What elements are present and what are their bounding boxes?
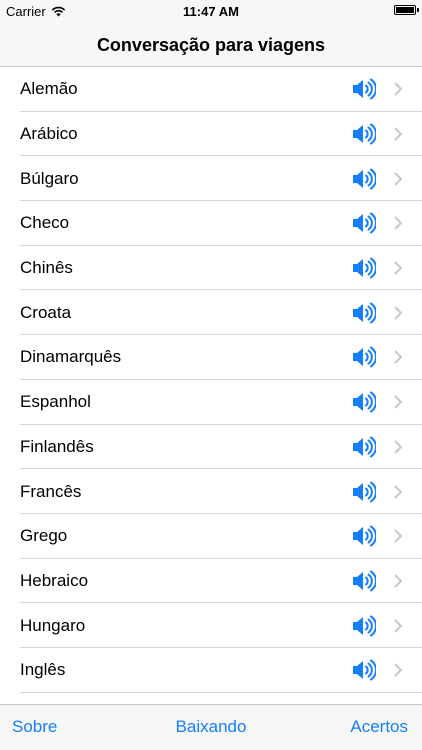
speaker-icon[interactable] (352, 525, 376, 547)
list-item-label: Búlgaro (20, 168, 79, 188)
list-item-label: Croata (20, 302, 72, 322)
chevron-right-icon (394, 261, 402, 275)
list-item[interactable]: Arábico (0, 112, 422, 157)
speaker-icon[interactable] (352, 436, 376, 458)
speaker-icon[interactable] (352, 78, 376, 100)
chevron-right-icon (394, 529, 402, 543)
list-item[interactable]: Chinês (0, 246, 422, 291)
list-item[interactable]: Espanhol (0, 380, 422, 425)
list-item-label: Espanhol (20, 392, 91, 412)
nav-bar: Conversação para viagens (0, 24, 422, 67)
battery-icon (394, 5, 419, 15)
list-item-label: Finlandês (20, 436, 94, 456)
chevron-right-icon (394, 350, 402, 365)
list-item-label: Checo (20, 213, 70, 233)
list-item-label: Arábico (20, 124, 78, 144)
status-bar: Carrier 11:47 AM (0, 0, 422, 24)
list-item[interactable]: Alemão (0, 67, 422, 112)
speaker-icon[interactable] (352, 123, 376, 145)
list-item[interactable]: Inglês (0, 648, 422, 693)
list-item[interactable]: Hebraico (0, 559, 422, 604)
battery-fill (396, 7, 414, 13)
list-item-label: Francês (20, 481, 82, 501)
speaker-icon[interactable] (352, 570, 376, 592)
chevron-right-icon (394, 574, 402, 588)
list-item-label: Grego (20, 526, 68, 546)
speaker-icon[interactable] (352, 168, 376, 190)
speaker-icon[interactable] (352, 391, 376, 413)
chevron-right-icon (394, 440, 402, 454)
chevron-right-icon (394, 618, 402, 633)
chevron-right-icon (394, 127, 402, 141)
list-item-label: Hebraico (20, 570, 89, 590)
chevron-right-icon (394, 82, 402, 97)
chevron-right-icon (394, 216, 402, 231)
page-title: Conversação para viagens (96, 34, 326, 55)
list-item[interactable]: Hungaro (0, 603, 422, 648)
chevron-right-icon (394, 484, 402, 499)
list-item-label: Chinês (20, 258, 73, 278)
speaker-icon[interactable] (352, 481, 376, 503)
status-time: 11:47 AM (183, 4, 239, 19)
list-item-label: Dinamarquês (20, 347, 122, 367)
list-item[interactable]: Croata (0, 290, 422, 335)
chevron-right-icon (394, 395, 402, 409)
acertos-button[interactable]: Acertos (350, 717, 408, 737)
speaker-icon[interactable] (352, 659, 376, 681)
status-right (394, 5, 419, 15)
list-item-label: Hungaro (20, 615, 86, 635)
speaker-icon[interactable] (352, 346, 376, 368)
speaker-icon[interactable] (352, 615, 376, 637)
list-item[interactable]: Checo (0, 201, 422, 246)
list-item[interactable]: Francês (0, 469, 422, 514)
speaker-icon[interactable] (352, 302, 376, 324)
speaker-icon[interactable] (352, 212, 376, 234)
speaker-icon[interactable] (352, 257, 376, 279)
list-item[interactable]: Búlgaro (0, 156, 422, 201)
bottom-toolbar: Sobre Baixando Acertos (0, 704, 422, 750)
chevron-right-icon (394, 663, 402, 677)
list-item[interactable]: Dinamarquês (0, 335, 422, 380)
list-item-label: Inglês (20, 660, 66, 680)
list-item[interactable] (0, 693, 422, 704)
list-item-label: Alemão (20, 79, 78, 99)
language-list[interactable]: Alemão Arábico Búlgaro Checo Chinês Croa… (0, 67, 422, 704)
chevron-right-icon (394, 172, 402, 186)
chevron-right-icon (394, 306, 402, 320)
list-item[interactable]: Grego (0, 514, 422, 559)
list-item[interactable]: Finlandês (0, 425, 422, 470)
